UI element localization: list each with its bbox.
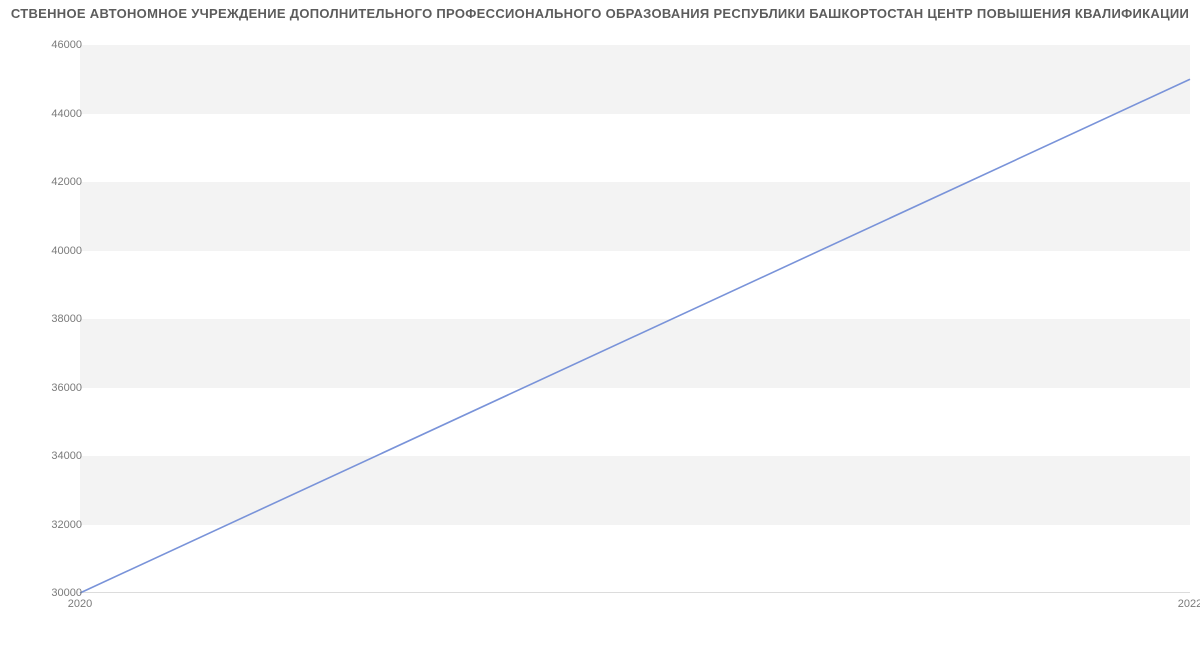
- y-tick-label: 42000: [12, 176, 82, 188]
- plot-area: [80, 45, 1190, 593]
- chart-title: СТВЕННОЕ АВТОНОМНОЕ УЧРЕЖДЕНИЕ ДОПОЛНИТЕ…: [0, 6, 1200, 21]
- x-tick-label: 2020: [68, 598, 92, 610]
- y-tick-label: 32000: [12, 519, 82, 531]
- y-tick-label: 44000: [12, 108, 82, 120]
- y-tick-label: 34000: [12, 450, 82, 462]
- y-tick-label: 36000: [12, 382, 82, 394]
- y-tick-label: 38000: [12, 313, 82, 325]
- chart-container: СТВЕННОЕ АВТОНОМНОЕ УЧРЕЖДЕНИЕ ДОПОЛНИТЕ…: [0, 0, 1200, 650]
- series-line: [80, 79, 1190, 593]
- y-tick-label: 46000: [12, 39, 82, 51]
- line-layer: [80, 45, 1190, 593]
- x-tick-label: 2022: [1178, 598, 1200, 610]
- y-tick-label: 40000: [12, 245, 82, 257]
